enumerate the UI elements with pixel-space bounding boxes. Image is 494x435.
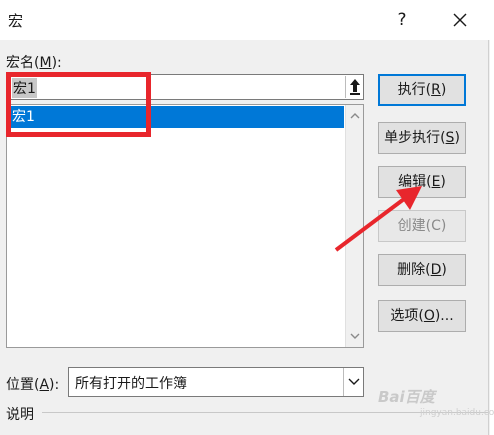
arrow-up-icon (350, 79, 360, 95)
help-button[interactable]: ? (388, 6, 416, 34)
close-icon (453, 13, 467, 27)
run-button[interactable]: 执行(R) (378, 74, 466, 106)
delete-button[interactable]: 删除(D) (378, 254, 466, 286)
window-edge (488, 40, 489, 435)
dialog-title: 宏 (8, 12, 24, 30)
watermark-url: jingyan.baidu.com (420, 408, 494, 418)
close-button[interactable] (446, 6, 474, 34)
title-bar: 宏 ? (0, 0, 494, 40)
scroll-down-icon[interactable] (349, 331, 361, 341)
scroll-up-icon[interactable] (349, 111, 361, 121)
location-select[interactable]: 所有打开的工作簿 (68, 367, 364, 397)
chevron-down-icon (348, 378, 360, 385)
step-into-button[interactable]: 单步执行(S) (378, 122, 466, 154)
options-button[interactable]: 选项(O)... (378, 300, 466, 332)
macro-name-label: 宏名(M): (6, 55, 62, 71)
location-label: 位置(A): (6, 377, 60, 393)
watermark-logo: Bai百度 (378, 388, 435, 406)
ref-edit-button[interactable] (345, 76, 363, 98)
background-strip (490, 40, 494, 435)
macro-dialog: 宏 ? 宏名(M): 宏1 宏1 执行(R) 单步执行(S) 编辑(E) 创建(… (0, 0, 494, 435)
annotation-arrow (334, 186, 422, 252)
location-value: 所有打开的工作簿 (75, 376, 187, 392)
list-item[interactable]: 宏1 (8, 106, 344, 128)
location-dropdown-button[interactable] (343, 368, 363, 396)
macro-name-input[interactable]: 宏1 (6, 74, 364, 100)
macro-list[interactable]: 宏1 (6, 104, 364, 348)
macro-name-value[interactable]: 宏1 (12, 78, 37, 98)
description-label: 说明 (6, 407, 34, 423)
